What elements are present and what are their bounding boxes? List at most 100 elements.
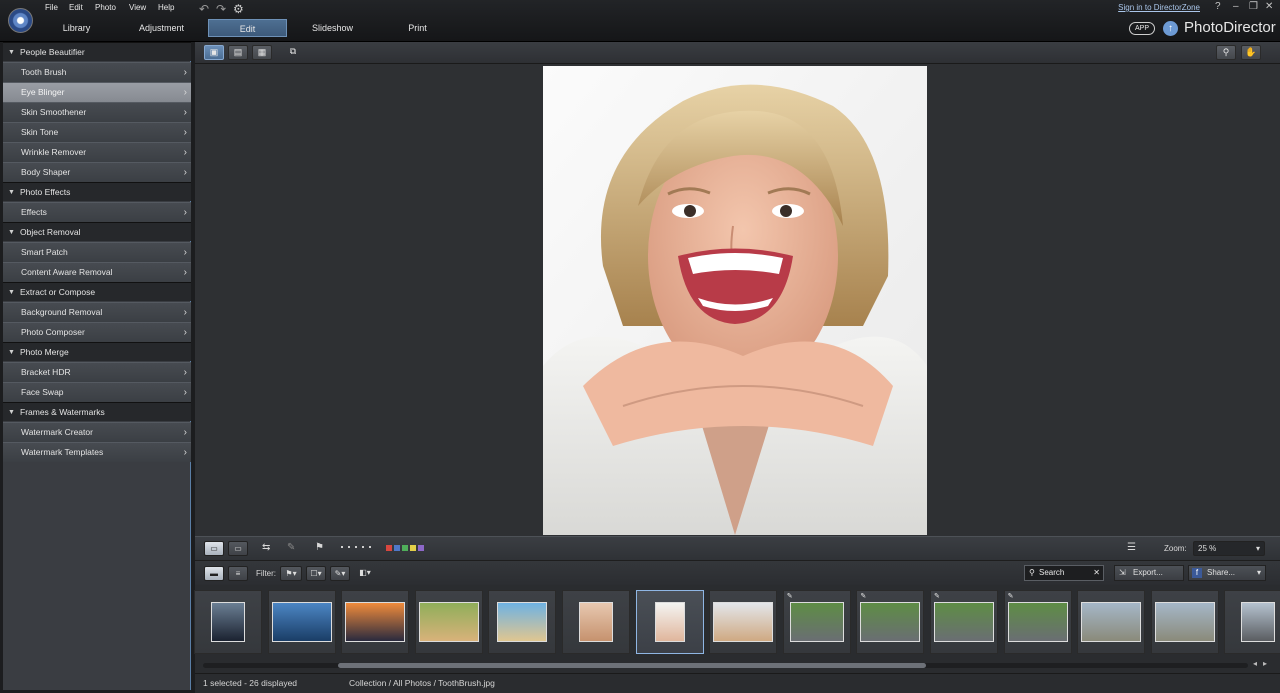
settings-gear-icon[interactable]: ⚙ — [233, 2, 244, 16]
sidebar-item[interactable]: Body Shaper › — [3, 162, 191, 182]
section-header[interactable]: ▼ Frames & Watermarks — [3, 402, 191, 421]
tab-adjustment[interactable]: Adjustment — [122, 19, 201, 37]
sidebar-item[interactable]: Face Swap › — [3, 382, 191, 402]
tab-edit[interactable]: Edit — [208, 19, 287, 37]
rating-dot[interactable] — [355, 546, 357, 548]
filmstrip-view-icon[interactable]: ▬ — [204, 566, 224, 581]
filmstrip-thumbnail[interactable] — [635, 590, 704, 654]
undo-icon[interactable]: ↶ — [199, 2, 209, 16]
secondary-display-icon[interactable]: ⧉ — [283, 45, 303, 60]
sidebar-item[interactable]: Bracket HDR › — [3, 362, 191, 382]
sidebar-item[interactable]: Skin Smoothener › — [3, 102, 191, 122]
upload-arrow-icon[interactable]: ↑ — [1163, 21, 1178, 36]
section-header[interactable]: ▼ Object Removal — [3, 222, 191, 241]
help-button[interactable]: ? — [1215, 1, 1221, 12]
menu-view[interactable]: View — [129, 3, 146, 12]
filmstrip-thumbnail[interactable]: ✎ — [930, 590, 998, 654]
menu-file[interactable]: File — [45, 3, 58, 12]
filmstrip-thumbnail[interactable] — [194, 590, 262, 654]
export-button[interactable]: ⇲ Export... — [1114, 565, 1184, 581]
section-header[interactable]: ▼ Photo Effects — [3, 182, 191, 201]
collapse-triangle-icon[interactable]: ▼ — [8, 43, 15, 62]
scroll-left-icon[interactable]: ◂ — [1253, 659, 1257, 668]
rating-filter-icon[interactable]: ☐▾ — [306, 566, 326, 581]
redo-icon[interactable]: ↷ — [216, 2, 226, 16]
section-header[interactable]: ▼ Photo Merge — [3, 342, 191, 361]
filmstrip-thumbnail[interactable] — [562, 590, 630, 654]
color-label-blue[interactable] — [394, 545, 400, 551]
sidebar-item[interactable]: Watermark Creator › — [3, 422, 191, 442]
app-badge[interactable]: APP — [1129, 22, 1155, 35]
zoom-select[interactable]: 25 % ▾ — [1193, 541, 1265, 556]
flag-icon[interactable]: ⚑ — [315, 542, 324, 553]
filmstrip-thumbnail[interactable] — [709, 590, 778, 654]
filmstrip-thumbnail[interactable] — [488, 590, 557, 654]
filmstrip-thumbnail[interactable] — [1150, 590, 1219, 654]
restore-icon[interactable]: ❐ — [1249, 1, 1258, 12]
sidebar-item[interactable]: Eye Blinger › — [3, 82, 191, 102]
collapse-triangle-icon[interactable]: ▼ — [8, 183, 15, 202]
sidebar-item[interactable]: Photo Composer › — [3, 322, 191, 342]
close-icon[interactable]: ✕ — [1265, 1, 1273, 12]
color-label-purple[interactable] — [418, 545, 424, 551]
list-view-icon[interactable]: ≡ — [228, 566, 248, 581]
minimize-icon[interactable]: – — [1233, 1, 1239, 12]
grid-view-icon[interactable]: ▦ — [252, 45, 272, 60]
hand-tool-icon[interactable]: ✋ — [1241, 45, 1261, 60]
share-button[interactable]: f Share... ▾ — [1188, 565, 1266, 581]
sidebar-item[interactable]: Watermark Templates › — [3, 442, 191, 462]
tab-library[interactable]: Library — [37, 19, 116, 37]
collapse-triangle-icon[interactable]: ▼ — [8, 283, 15, 302]
photo-preview[interactable] — [543, 66, 927, 535]
sidebar-item[interactable]: Smart Patch › — [3, 242, 191, 262]
filmstrip-thumbnail[interactable] — [341, 590, 410, 654]
dual-filmstrip-icon[interactable]: ▭ — [228, 541, 248, 556]
tab-slideshow[interactable]: Slideshow — [293, 19, 372, 37]
color-label-yellow[interactable] — [410, 545, 416, 551]
sidebar-item[interactable]: Effects › — [3, 202, 191, 222]
clear-search-icon[interactable]: ✕ — [1093, 566, 1100, 580]
sidebar-item[interactable]: Wrinkle Remover › — [3, 142, 191, 162]
scrollbar-thumb[interactable] — [338, 663, 926, 668]
color-label-red[interactable] — [386, 545, 392, 551]
collapse-triangle-icon[interactable]: ▼ — [8, 403, 15, 422]
sidebar-item[interactable]: Background Removal › — [3, 302, 191, 322]
filmstrip-thumbnail[interactable] — [1077, 590, 1146, 654]
filmstrip-thumbnail[interactable] — [1224, 590, 1280, 654]
scroll-right-icon[interactable]: ▸ — [1263, 659, 1267, 668]
sort-menu-icon[interactable]: ☰ — [1127, 542, 1136, 553]
compare-view-icon[interactable]: ▤ — [228, 45, 248, 60]
filmstrip-thumbnail[interactable]: ✎ — [782, 590, 851, 654]
signin-link[interactable]: Sign in to DirectorZone — [1118, 3, 1200, 12]
color-filter-icon[interactable]: ◧▾ — [355, 566, 375, 581]
rating-dot[interactable] — [362, 546, 364, 548]
menu-photo[interactable]: Photo — [95, 3, 116, 12]
filmstrip-scrollbar[interactable] — [203, 663, 1248, 668]
rating-dot[interactable] — [341, 546, 343, 548]
section-header[interactable]: ▼ Extract or Compose — [3, 282, 191, 301]
single-filmstrip-icon[interactable]: ▭ — [204, 541, 224, 556]
rotate-icon[interactable]: ⇆ — [262, 542, 270, 553]
sidebar-item[interactable]: Skin Tone › — [3, 122, 191, 142]
menu-edit[interactable]: Edit — [69, 3, 83, 12]
rating-dot[interactable] — [348, 546, 350, 548]
single-view-icon[interactable]: ▣ — [204, 45, 224, 60]
filmstrip-thumbnail[interactable] — [267, 590, 336, 654]
tab-print[interactable]: Print — [378, 19, 457, 37]
filmstrip-thumbnail[interactable]: ✎ — [856, 590, 925, 654]
zoom-tool-icon[interactable]: ⚲ — [1216, 45, 1236, 60]
color-label-green[interactable] — [402, 545, 408, 551]
erase-icon[interactable]: ✎ — [287, 542, 295, 553]
collapse-triangle-icon[interactable]: ▼ — [8, 343, 15, 362]
flag-filter-icon[interactable]: ⚑▾ — [280, 566, 302, 581]
edit-filter-icon[interactable]: ✎▾ — [330, 566, 350, 581]
sidebar-item[interactable]: Tooth Brush › — [3, 62, 191, 82]
menu-help[interactable]: Help — [158, 3, 174, 12]
filmstrip-thumbnail[interactable] — [414, 590, 483, 654]
section-header[interactable]: ▼ People Beautifier — [3, 42, 191, 61]
sidebar-item[interactable]: Content Aware Removal › — [3, 262, 191, 282]
filmstrip-thumbnail[interactable]: ✎ — [1003, 590, 1072, 654]
chevron-down-icon[interactable]: ▾ — [1257, 566, 1261, 580]
rating-dot[interactable] — [369, 546, 371, 548]
collapse-triangle-icon[interactable]: ▼ — [8, 223, 15, 242]
